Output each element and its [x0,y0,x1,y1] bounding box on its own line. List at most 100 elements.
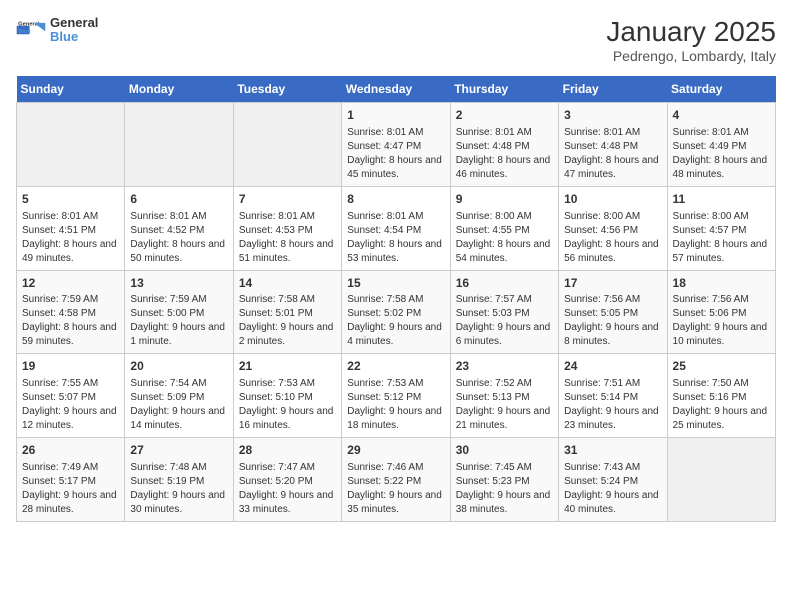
day-info: Sunrise: 7:45 AM Sunset: 5:23 PM Dayligh… [456,461,553,517]
day-info: Sunrise: 7:54 AM Sunset: 5:09 PM Dayligh… [130,377,227,433]
day-number: 1 [347,107,444,124]
calendar-cell: 15Sunrise: 7:58 AM Sunset: 5:02 PM Dayli… [342,270,450,354]
calendar-cell: 7 Sunrise: 8:01 AM Sunset: 4:53 PM Daylig… [233,186,341,270]
calendar-week-row: 19Sunrise: 7:55 AM Sunset: 5:07 PM Dayli… [17,354,776,438]
calendar-cell: 31 Sunrise: 7:43 AM Sunset: 5:24 PM Dayli… [559,438,667,522]
day-info: Sunrise: 8:00 AM Sunset: 4:57 PM Dayligh… [673,210,770,266]
header-friday: Friday [559,76,667,103]
day-info: Sunrise: 7:55 AM Sunset: 5:07 PM Dayligh… [22,377,119,433]
day-info: Sunrise: 8:01 AM Sunset: 4:48 PM Dayligh… [456,126,553,182]
header-thursday: Thursday [450,76,558,103]
calendar-week-row: 12Sunrise: 7:59 AM Sunset: 4:58 PM Dayli… [17,270,776,354]
calendar-cell: 9Sunrise: 8:00 AM Sunset: 4:55 PM Daylig… [450,186,558,270]
header-sunday: Sunday [17,76,125,103]
calendar-cell: 28 Sunrise: 7:47 AM Sunset: 5:20 PM Dayli… [233,438,341,522]
day-number: 25 [673,358,770,375]
day-info: Sunrise: 7:50 AM Sunset: 5:16 PM Dayligh… [673,377,770,433]
calendar-header-row: SundayMondayTuesdayWednesdayThursdayFrid… [17,76,776,103]
calendar-cell [667,438,775,522]
calendar-cell: 23 Sunrise: 7:52 AM Sunset: 5:13 PM Dayli… [450,354,558,438]
day-info: Sunrise: 7:51 AM Sunset: 5:14 PM Dayligh… [564,377,661,433]
calendar-week-row: 1 Sunrise: 8:01 AM Sunset: 4:47 PM Daylig… [17,103,776,187]
calendar-cell: 1 Sunrise: 8:01 AM Sunset: 4:47 PM Daylig… [342,103,450,187]
day-number: 15 [347,275,444,292]
calendar-cell [17,103,125,187]
day-number: 12 [22,275,119,292]
day-info: Sunrise: 8:01 AM Sunset: 4:51 PM Dayligh… [22,210,119,266]
calendar-cell: 27 Sunrise: 7:48 AM Sunset: 5:19 PM Dayli… [125,438,233,522]
calendar-cell: 2 Sunrise: 8:01 AM Sunset: 4:48 PM Daylig… [450,103,558,187]
day-number: 6 [130,191,227,208]
day-info: Sunrise: 8:00 AM Sunset: 4:56 PM Dayligh… [564,210,661,266]
page-subtitle: Pedrengo, Lombardy, Italy [606,48,776,64]
title-area: January 2025 Pedrengo, Lombardy, Italy [606,16,776,64]
day-number: 27 [130,442,227,459]
day-info: Sunrise: 7:49 AM Sunset: 5:17 PM Dayligh… [22,461,119,517]
day-number: 31 [564,442,661,459]
calendar-cell: 6 Sunrise: 8:01 AM Sunset: 4:52 PM Daylig… [125,186,233,270]
calendar-cell: 19Sunrise: 7:55 AM Sunset: 5:07 PM Dayli… [17,354,125,438]
day-info: Sunrise: 8:01 AM Sunset: 4:54 PM Dayligh… [347,210,444,266]
day-info: Sunrise: 8:01 AM Sunset: 4:53 PM Dayligh… [239,210,336,266]
calendar-cell: 14Sunrise: 7:58 AM Sunset: 5:01 PM Dayli… [233,270,341,354]
calendar-cell: 10 Sunrise: 8:00 AM Sunset: 4:56 PM Dayli… [559,186,667,270]
day-info: Sunrise: 7:58 AM Sunset: 5:01 PM Dayligh… [239,293,336,349]
day-info: Sunrise: 7:58 AM Sunset: 5:02 PM Dayligh… [347,293,444,349]
header-tuesday: Tuesday [233,76,341,103]
calendar-cell: 3Sunrise: 8:01 AM Sunset: 4:48 PM Daylig… [559,103,667,187]
day-number: 24 [564,358,661,375]
day-number: 5 [22,191,119,208]
day-info: Sunrise: 7:53 AM Sunset: 5:10 PM Dayligh… [239,377,336,433]
day-number: 17 [564,275,661,292]
day-number: 7 [239,191,336,208]
calendar-week-row: 5 Sunrise: 8:01 AM Sunset: 4:51 PM Daylig… [17,186,776,270]
header: General Blue General Blue January 2025 P… [16,16,776,64]
day-number: 23 [456,358,553,375]
day-number: 10 [564,191,661,208]
day-info: Sunrise: 7:46 AM Sunset: 5:22 PM Dayligh… [347,461,444,517]
calendar-table: SundayMondayTuesdayWednesdayThursdayFrid… [16,76,776,522]
day-info: Sunrise: 7:52 AM Sunset: 5:13 PM Dayligh… [456,377,553,433]
calendar-cell: 11 Sunrise: 8:00 AM Sunset: 4:57 PM Dayli… [667,186,775,270]
day-info: Sunrise: 7:59 AM Sunset: 4:58 PM Dayligh… [22,293,119,349]
page-title: January 2025 [606,16,776,48]
calendar-cell: 12Sunrise: 7:59 AM Sunset: 4:58 PM Dayli… [17,270,125,354]
calendar-cell [233,103,341,187]
day-info: Sunrise: 7:59 AM Sunset: 5:00 PM Dayligh… [130,293,227,349]
calendar-cell: 24 Sunrise: 7:51 AM Sunset: 5:14 PM Dayli… [559,354,667,438]
day-info: Sunrise: 8:01 AM Sunset: 4:47 PM Dayligh… [347,126,444,182]
calendar-cell: 16Sunrise: 7:57 AM Sunset: 5:03 PM Dayli… [450,270,558,354]
day-number: 13 [130,275,227,292]
header-saturday: Saturday [667,76,775,103]
calendar-cell: 21 Sunrise: 7:53 AM Sunset: 5:10 PM Dayli… [233,354,341,438]
day-info: Sunrise: 7:43 AM Sunset: 5:24 PM Dayligh… [564,461,661,517]
calendar-cell: 30Sunrise: 7:45 AM Sunset: 5:23 PM Dayli… [450,438,558,522]
day-number: 21 [239,358,336,375]
day-number: 2 [456,107,553,124]
svg-text:Blue: Blue [18,29,30,35]
day-info: Sunrise: 8:01 AM Sunset: 4:52 PM Dayligh… [130,210,227,266]
day-number: 11 [673,191,770,208]
calendar-cell: 29 Sunrise: 7:46 AM Sunset: 5:22 PM Dayli… [342,438,450,522]
calendar-cell: 25 Sunrise: 7:50 AM Sunset: 5:16 PM Dayli… [667,354,775,438]
day-info: Sunrise: 7:48 AM Sunset: 5:19 PM Dayligh… [130,461,227,517]
day-info: Sunrise: 7:47 AM Sunset: 5:20 PM Dayligh… [239,461,336,517]
day-number: 22 [347,358,444,375]
day-number: 20 [130,358,227,375]
day-number: 26 [22,442,119,459]
logo: General Blue General Blue [16,16,98,45]
day-number: 14 [239,275,336,292]
day-number: 16 [456,275,553,292]
calendar-cell: 4Sunrise: 8:01 AM Sunset: 4:49 PM Daylig… [667,103,775,187]
day-number: 29 [347,442,444,459]
day-info: Sunrise: 7:53 AM Sunset: 5:12 PM Dayligh… [347,377,444,433]
day-number: 4 [673,107,770,124]
day-info: Sunrise: 7:56 AM Sunset: 5:06 PM Dayligh… [673,293,770,349]
day-info: Sunrise: 8:01 AM Sunset: 4:48 PM Dayligh… [564,126,661,182]
calendar-cell [125,103,233,187]
day-number: 28 [239,442,336,459]
calendar-cell: 20 Sunrise: 7:54 AM Sunset: 5:09 PM Dayli… [125,354,233,438]
header-monday: Monday [125,76,233,103]
day-info: Sunrise: 7:56 AM Sunset: 5:05 PM Dayligh… [564,293,661,349]
logo-icon: General Blue [16,20,46,40]
